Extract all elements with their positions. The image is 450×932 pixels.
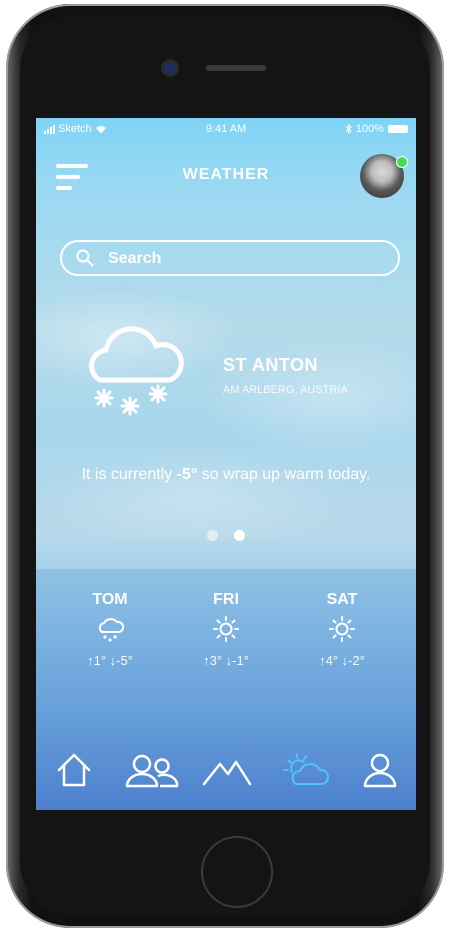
status-bar: Sketch 9:41 AM 100% bbox=[36, 118, 416, 140]
region-name: AM ARLBERG, AUSTRIA bbox=[223, 384, 348, 396]
forecast-panel: TOM ↑1° ↓-5° FRI ↑3° ↓-1° SAT ↑4° ↓-2° bbox=[36, 569, 416, 703]
message-prefix: It is currently bbox=[81, 466, 177, 483]
weather-icon[interactable] bbox=[282, 750, 330, 790]
bluetooth-icon bbox=[345, 124, 352, 134]
page-dot-active[interactable] bbox=[234, 530, 245, 541]
search-icon bbox=[76, 249, 94, 267]
earpiece-speaker bbox=[206, 65, 266, 71]
forecast-temps: ↑1° ↓-5° bbox=[87, 653, 133, 668]
search-bar[interactable] bbox=[60, 240, 400, 276]
people-icon[interactable] bbox=[124, 750, 180, 790]
online-status-dot bbox=[396, 156, 408, 168]
mountain-icon[interactable] bbox=[202, 750, 252, 790]
forecast-day-name: FRI bbox=[213, 591, 239, 608]
forecast-day[interactable]: FRI ↑3° ↓-1° bbox=[166, 591, 286, 668]
forecast-day-name: SAT bbox=[326, 591, 358, 608]
tab-bar bbox=[36, 740, 416, 800]
app-header: WEATHER bbox=[36, 148, 416, 202]
battery-icon bbox=[388, 125, 408, 133]
page-title: WEATHER bbox=[182, 166, 270, 183]
search-input[interactable] bbox=[106, 246, 390, 272]
sun-icon bbox=[213, 616, 239, 642]
forecast-day-name: TOM bbox=[92, 591, 128, 608]
page-dot[interactable] bbox=[207, 530, 218, 541]
profile-icon[interactable] bbox=[360, 750, 400, 790]
sun-icon bbox=[329, 616, 355, 642]
app-screen: Sketch 9:41 AM 100% WEATHER Search ST AN… bbox=[36, 118, 416, 810]
current-temperature: -5° bbox=[176, 466, 198, 483]
page-indicator bbox=[36, 530, 416, 541]
home-button[interactable] bbox=[201, 836, 273, 908]
front-camera bbox=[164, 62, 176, 74]
message-suffix: so wrap up warm today. bbox=[197, 466, 371, 483]
snow-cloud-icon bbox=[89, 326, 184, 416]
battery-label: 100% bbox=[355, 123, 384, 135]
forecast-temps: ↑3° ↓-1° bbox=[203, 653, 249, 668]
weather-message: It is currently -5° so wrap up warm toda… bbox=[36, 466, 416, 484]
city-name: ST ANTON bbox=[223, 355, 319, 375]
forecast-day[interactable]: TOM ↑1° ↓-5° bbox=[50, 591, 170, 668]
forecast-day[interactable]: SAT ↑4° ↓-2° bbox=[282, 591, 402, 668]
home-icon[interactable] bbox=[54, 750, 94, 790]
forecast-temps: ↑4° ↓-2° bbox=[319, 653, 365, 668]
avatar[interactable] bbox=[360, 154, 408, 198]
snow-cloud-icon bbox=[98, 618, 125, 642]
